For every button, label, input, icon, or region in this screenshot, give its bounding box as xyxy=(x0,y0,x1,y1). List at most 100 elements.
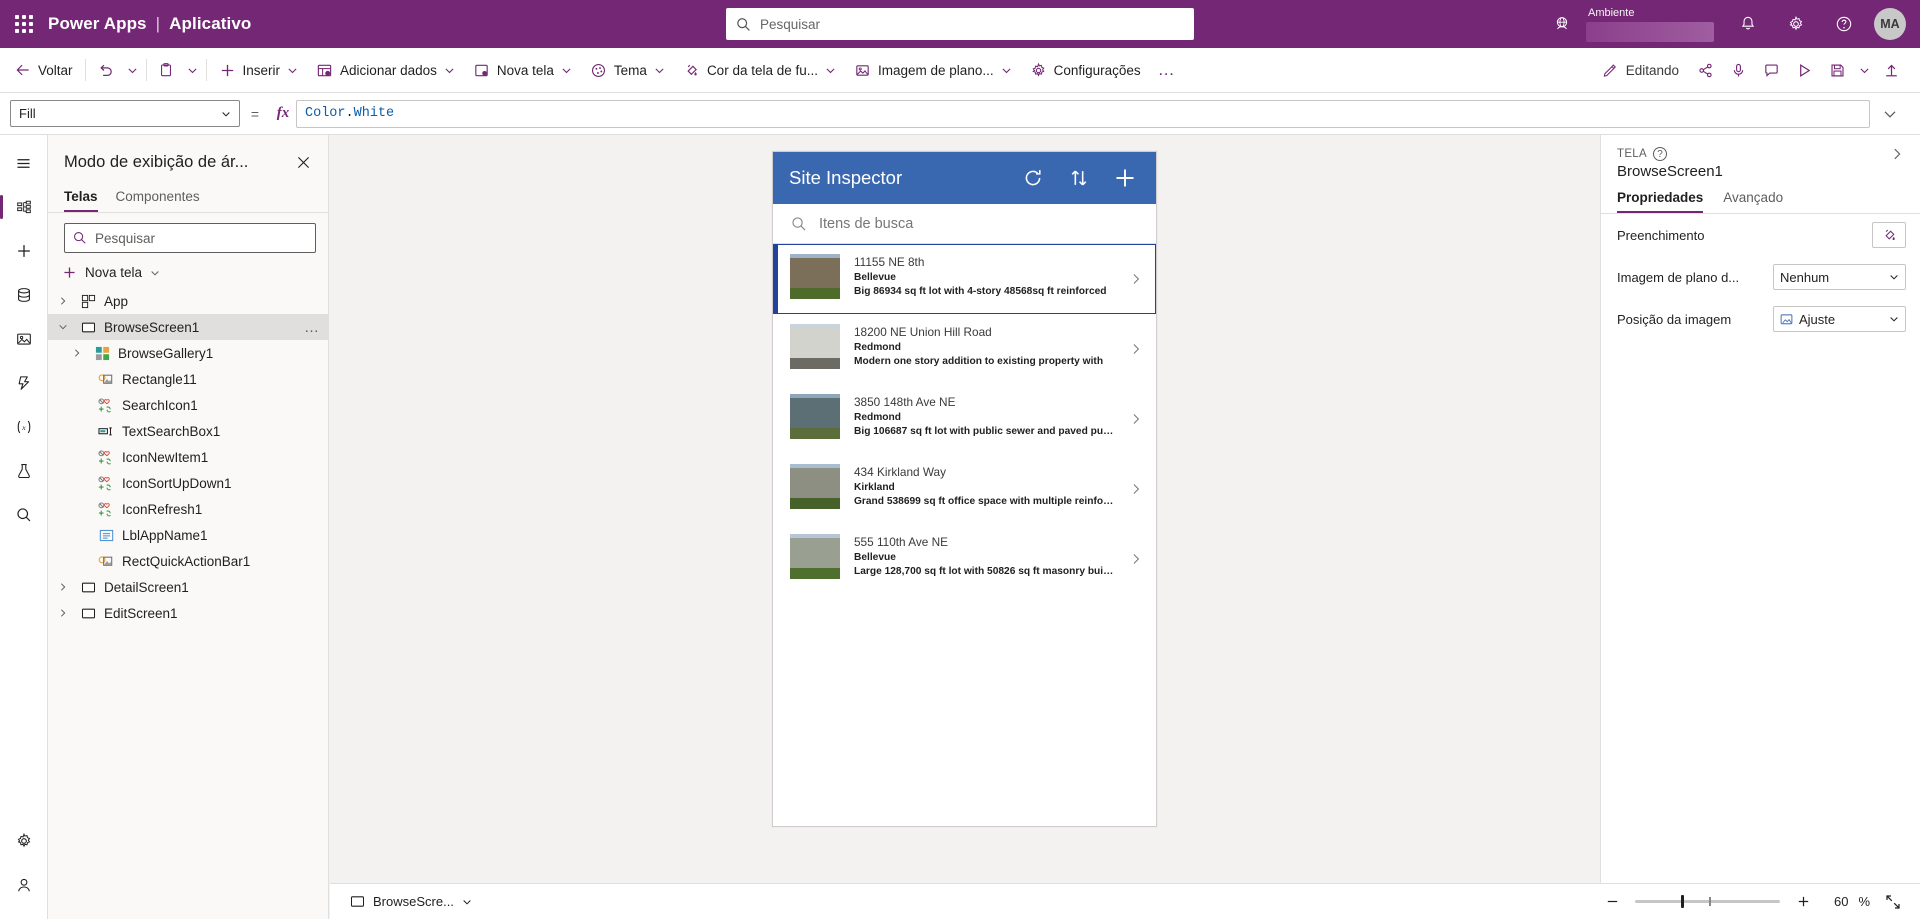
tree-node-editscreen1[interactable]: EditScreen1 xyxy=(48,600,328,626)
tab-propriedades[interactable]: Propriedades xyxy=(1617,190,1704,213)
tab-componentes[interactable]: Componentes xyxy=(116,185,200,212)
tree-node-detailscreen1[interactable]: DetailScreen1 xyxy=(48,574,328,600)
help-icon[interactable]: ? xyxy=(1652,147,1667,161)
app-search-box[interactable]: Itens de busca xyxy=(773,204,1156,244)
zoom-in-plus-icon[interactable] xyxy=(1790,889,1816,915)
settings-icon[interactable] xyxy=(1772,0,1820,48)
save-icon[interactable] xyxy=(1821,54,1854,87)
help-icon[interactable] xyxy=(1820,0,1868,48)
save-chevron-down-icon[interactable] xyxy=(1854,54,1875,87)
sort-updown-icon[interactable] xyxy=(1060,159,1098,197)
tree-search-input[interactable] xyxy=(95,230,307,246)
account-icon[interactable] xyxy=(4,865,44,905)
add-data-button[interactable]: Adicionar dados xyxy=(307,54,464,87)
tree-search[interactable] xyxy=(64,223,316,253)
new-screen-button[interactable]: Nova tela xyxy=(48,259,328,288)
tree-node-rectangle11[interactable]: Rectangle11 xyxy=(48,366,328,392)
zoom-slider[interactable] xyxy=(1635,895,1781,908)
editing-mode-button[interactable]: Editando xyxy=(1592,54,1689,87)
zoom-out-minus-icon[interactable] xyxy=(1599,889,1625,915)
tree-view-icon[interactable] xyxy=(0,187,44,227)
app-launcher-icon[interactable] xyxy=(0,0,48,48)
chevron-right-icon[interactable] xyxy=(1130,343,1146,355)
formula-input[interactable]: Color. White xyxy=(296,99,1870,128)
fill-color-picker[interactable] xyxy=(1872,222,1906,248)
background-color-button[interactable]: Cor da tela de fu... xyxy=(674,54,845,87)
tree-node-rectquickactionbar1[interactable]: RectQuickActionBar1 xyxy=(48,548,328,574)
chevron-right-icon[interactable] xyxy=(1130,483,1146,495)
chevron-right-icon[interactable] xyxy=(1130,553,1146,565)
chevron-right-icon[interactable] xyxy=(1130,413,1146,425)
refresh-icon[interactable] xyxy=(1014,159,1052,197)
gallery-item[interactable]: 11155 NE 8th Bellevue Big 86934 sq ft lot … xyxy=(773,244,1156,314)
settings-gear-icon[interactable] xyxy=(4,821,44,861)
add-new-icon[interactable] xyxy=(1106,159,1144,197)
tab-telas[interactable]: Telas xyxy=(64,185,98,212)
voice-icon[interactable] xyxy=(1722,54,1755,87)
tree-node-more-icon[interactable]: … xyxy=(304,319,320,336)
tree-node-app[interactable]: App xyxy=(48,288,328,314)
gallery-item[interactable]: 18200 NE Union Hill Road Redmond Modern on… xyxy=(773,314,1156,384)
tree-node-browsescreen1[interactable]: BrowseScreen1… xyxy=(48,314,328,340)
image-position-select[interactable]: Ajuste xyxy=(1773,306,1906,332)
chevron-right-icon[interactable] xyxy=(68,348,86,358)
globe-icon[interactable] xyxy=(1538,0,1586,48)
new-screen-button[interactable]: Nova tela xyxy=(464,54,581,87)
gallery-item[interactable]: 434 Kirkland Way Kirkland Grand 538699 sq … xyxy=(773,454,1156,524)
background-image-button[interactable]: Imagem de plano... xyxy=(845,54,1021,87)
fit-screen-icon[interactable] xyxy=(1880,889,1906,915)
gallery-item[interactable]: 555 110th Ave NE Bellevue Large 128,700 sq… xyxy=(773,524,1156,594)
comment-icon[interactable] xyxy=(1755,54,1788,87)
tests-icon[interactable] xyxy=(4,451,44,491)
data-icon[interactable] xyxy=(4,275,44,315)
app-screen-canvas[interactable]: Site Inspector Itens de busca 11155 NE 8… xyxy=(772,151,1157,827)
preview-play-icon[interactable] xyxy=(1788,54,1821,87)
publish-icon[interactable] xyxy=(1875,54,1908,87)
paste-icon[interactable] xyxy=(150,54,182,87)
collapse-pane-chevron-right-icon[interactable] xyxy=(1890,147,1910,161)
gallery-item[interactable]: 3850 148th Ave NE Redmond Big 106687 sq ft… xyxy=(773,384,1156,454)
canvas-area[interactable]: Site Inspector Itens de busca 11155 NE 8… xyxy=(329,135,1600,919)
tree-node-searchicon1[interactable]: SearchIcon1 xyxy=(48,392,328,418)
background-image-select[interactable]: Nenhum xyxy=(1773,264,1906,290)
search-icon[interactable] xyxy=(4,495,44,535)
tab-avancado[interactable]: Avançado xyxy=(1723,190,1783,213)
chevron-right-icon[interactable] xyxy=(1130,273,1146,285)
tree-node-browsegallery1[interactable]: BrowseGallery1 xyxy=(48,340,328,366)
global-search[interactable] xyxy=(726,8,1194,40)
chevron-right-icon[interactable] xyxy=(54,296,72,306)
media-icon[interactable] xyxy=(4,319,44,359)
share-icon[interactable] xyxy=(1689,54,1722,87)
overflow-menu-icon[interactable]: … xyxy=(1150,54,1184,87)
variables-icon[interactable]: x xyxy=(4,407,44,447)
theme-button[interactable]: Tema xyxy=(581,54,674,87)
paste-chevron-down-icon[interactable] xyxy=(182,54,203,87)
browse-gallery[interactable]: 11155 NE 8th Bellevue Big 86934 sq ft lot … xyxy=(773,244,1156,594)
tree-node-iconrefresh1[interactable]: IconRefresh1 xyxy=(48,496,328,522)
tree-node-iconnewitem1[interactable]: IconNewItem1 xyxy=(48,444,328,470)
insert-button[interactable]: Inserir xyxy=(210,54,308,87)
hamburger-menu-icon[interactable] xyxy=(4,143,44,183)
back-button[interactable]: Voltar xyxy=(6,54,82,87)
status-screen-selector[interactable]: BrowseScre... xyxy=(344,890,478,913)
close-icon[interactable] xyxy=(290,149,316,175)
global-search-input[interactable] xyxy=(760,16,1184,32)
insert-icon[interactable] xyxy=(4,231,44,271)
undo-chevron-down-icon[interactable] xyxy=(122,54,143,87)
undo-icon[interactable] xyxy=(89,54,122,87)
avatar[interactable]: MA xyxy=(1874,8,1906,40)
property-selector[interactable]: Fill xyxy=(10,100,240,127)
power-automate-icon[interactable] xyxy=(4,363,44,403)
notifications-icon[interactable] xyxy=(1724,0,1772,48)
tree-node-iconsortupdown1[interactable]: IconSortUpDown1 xyxy=(48,470,328,496)
environment-selector[interactable]: Ambiente xyxy=(1586,0,1718,48)
tree-node-list[interactable]: App BrowseScreen1 … BrowseGallery1 Rectangle… xyxy=(48,288,328,919)
tree-node-textsearchbox1[interactable]: TextSearchBox1 xyxy=(48,418,328,444)
tree-node-lblappname1[interactable]: LblAppName1 xyxy=(48,522,328,548)
chevron-down-icon[interactable] xyxy=(54,322,72,332)
chevron-right-icon[interactable] xyxy=(54,582,72,592)
zoom-slider-thumb[interactable] xyxy=(1681,895,1685,908)
settings-button[interactable]: Configurações xyxy=(1021,54,1150,87)
chevron-right-icon[interactable] xyxy=(54,608,72,618)
brand[interactable]: Power Apps | Aplicativo xyxy=(48,14,251,34)
